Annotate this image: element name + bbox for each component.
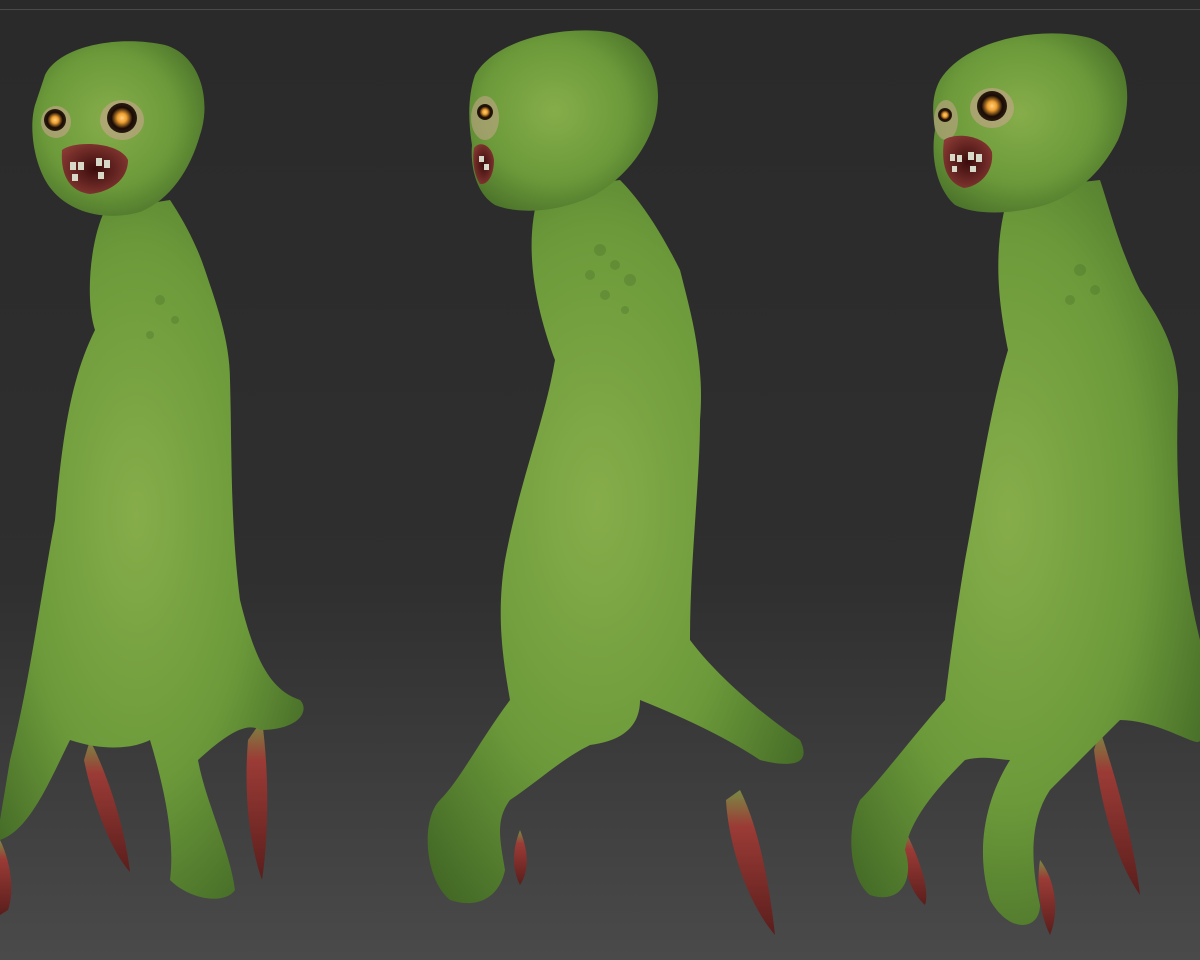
eye xyxy=(977,91,1007,121)
eye xyxy=(477,104,493,120)
eye xyxy=(938,108,952,122)
eye xyxy=(44,109,66,131)
creature-render-scene xyxy=(0,10,1200,960)
eye xyxy=(107,103,137,133)
viewport xyxy=(0,0,1200,960)
